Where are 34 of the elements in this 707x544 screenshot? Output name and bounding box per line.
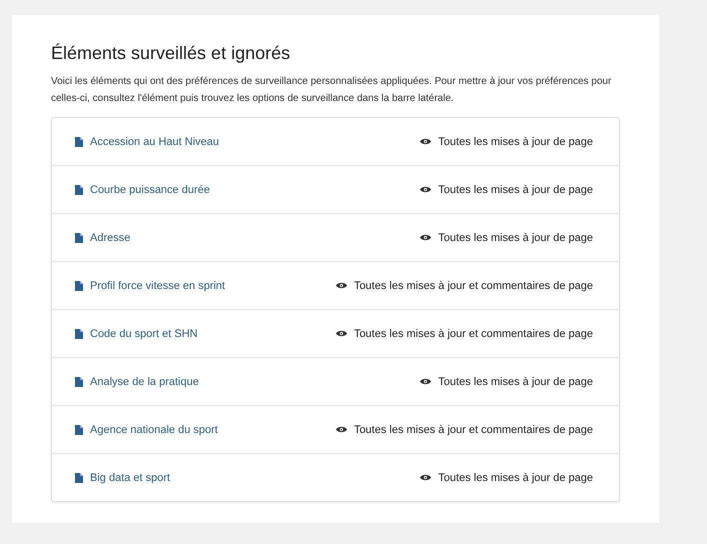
eye-icon xyxy=(420,378,432,385)
eye-icon xyxy=(420,186,432,193)
item-link[interactable]: Courbe puissance durée xyxy=(90,184,210,196)
item-link[interactable]: Analyse de la pratique xyxy=(90,376,199,388)
document-icon xyxy=(75,280,83,290)
item-link[interactable]: Agence nationale du sport xyxy=(90,424,218,436)
watch-status: Toutes les mises à jour de page xyxy=(438,136,593,148)
item-link[interactable]: Adresse xyxy=(90,232,130,244)
watch-status: Toutes les mises à jour de page xyxy=(438,472,593,484)
item-link[interactable]: Accession au Haut Niveau xyxy=(90,136,220,148)
eye-icon xyxy=(336,426,347,433)
document-icon xyxy=(75,184,83,194)
eye-icon xyxy=(420,474,432,481)
eye-icon xyxy=(336,282,347,289)
document-icon xyxy=(75,232,83,242)
page-title: Éléments surveillés et ignorés xyxy=(51,43,292,64)
watch-status: Toutes les mises à jour de page xyxy=(438,184,593,196)
document-icon xyxy=(75,136,83,146)
watch-status: Toutes les mises à jour de page xyxy=(438,376,593,388)
watch-status: Toutes les mises à jour et commentaires de page xyxy=(354,280,593,292)
document-icon xyxy=(75,424,83,434)
watch-status: Toutes les mises à jour de page xyxy=(438,232,593,244)
item-link[interactable]: Big data et sport xyxy=(90,472,170,484)
watch-status: Toutes les mises à jour et commentaires de page xyxy=(354,328,593,340)
watch-status: Toutes les mises à jour et commentaires de page xyxy=(354,424,593,436)
item-link[interactable]: Profil force vitesse en sprint xyxy=(90,280,226,292)
document-icon xyxy=(75,376,83,386)
description-text: Voici les éléments qui ont des préférences de surveillance personnalisées appliquées. Pour mettre à jour vos préférences pour celles-ci, consultez l'élément puis trouvez les options de surveillance dans la barre latérale. xyxy=(51,75,612,106)
item-link[interactable]: Code du sport et SHN xyxy=(90,328,198,340)
eye-icon xyxy=(336,330,347,337)
document-icon xyxy=(75,472,83,482)
document-icon xyxy=(75,328,83,338)
eye-icon xyxy=(420,234,432,241)
eye-icon xyxy=(420,138,432,145)
